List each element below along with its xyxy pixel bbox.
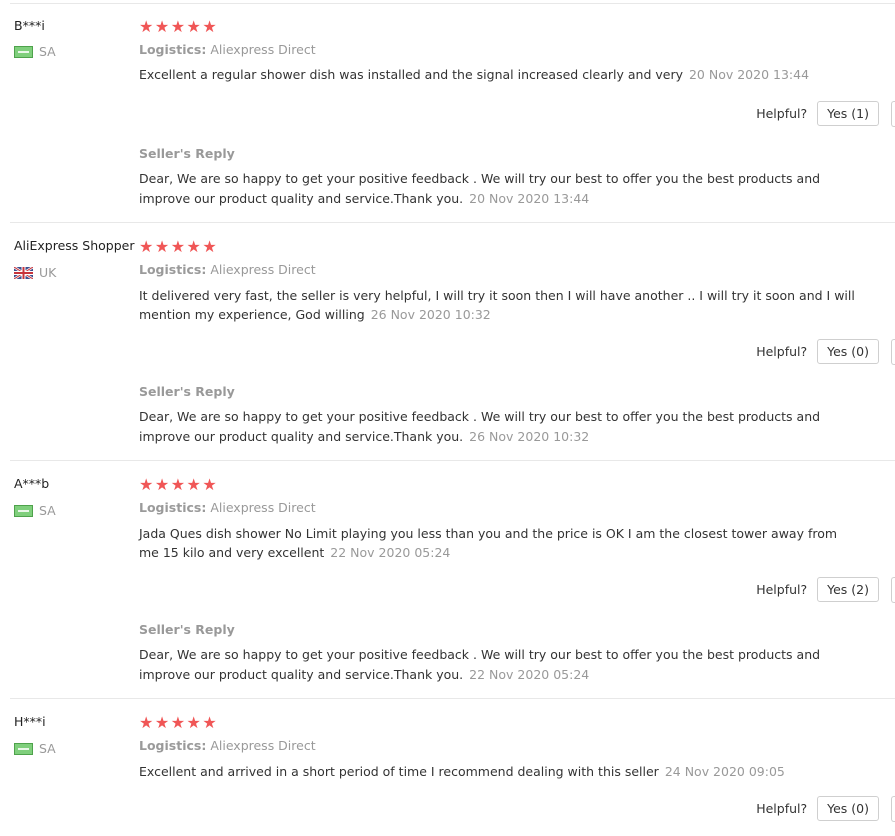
- reviewer-name: AliExpress Shopper: [14, 238, 135, 253]
- logistics-info: Logistics: Aliexpress Direct: [139, 262, 316, 277]
- logistics-value: Aliexpress Direct: [210, 500, 316, 515]
- country-code: UK: [39, 265, 57, 280]
- helpful-yes-button[interactable]: Yes (1): [817, 101, 879, 126]
- reviewer-name: H***i: [14, 714, 46, 729]
- seller-reply-text: Dear, We are so happy to get your positi…: [139, 169, 839, 209]
- review-text: It delivered very fast, the seller is ve…: [139, 286, 859, 324]
- sa-flag-icon: [14, 504, 33, 517]
- sa-flag-icon: [14, 45, 33, 58]
- helpful-yes-button[interactable]: Yes (0): [817, 796, 879, 821]
- review-body: It delivered very fast, the seller is ve…: [139, 288, 855, 322]
- review-body: Excellent and arrived in a short period …: [139, 764, 659, 779]
- helpful-label: Helpful?: [756, 106, 808, 121]
- reply-date: 22 Nov 2020 05:24: [469, 667, 590, 682]
- star-rating: ★★★★★: [139, 475, 219, 494]
- reviewer-name: A***b: [14, 476, 50, 491]
- country-code: SA: [39, 44, 56, 59]
- reviewer-country: SA: [14, 741, 56, 756]
- helpful-row: Helpful? Yes (0): [756, 339, 879, 364]
- seller-reply-title: Seller's Reply: [139, 146, 235, 161]
- reviewer-name: B***i: [14, 18, 45, 33]
- helpful-no-button[interactable]: [891, 101, 895, 127]
- reviewer-country: UK: [14, 265, 56, 280]
- reviewer-country: SA: [14, 44, 56, 59]
- review-date: 26 Nov 2020 10:32: [370, 307, 491, 322]
- reviewer-country: SA: [14, 503, 56, 518]
- review-date: 24 Nov 2020 09:05: [664, 764, 785, 779]
- reply-date: 20 Nov 2020 13:44: [469, 191, 590, 206]
- logistics-info: Logistics: Aliexpress Direct: [139, 738, 316, 753]
- logistics-label: Logistics:: [139, 262, 207, 277]
- review-item: A***b SA ★★★★★ Logistics: Aliexpress Dir…: [0, 461, 895, 699]
- helpful-no-button[interactable]: [891, 339, 895, 365]
- review-item: H***i SA ★★★★★ Logistics: Aliexpress Dir…: [0, 699, 895, 836]
- helpful-label: Helpful?: [756, 801, 808, 816]
- helpful-label: Helpful?: [756, 582, 808, 597]
- logistics-info: Logistics: Aliexpress Direct: [139, 500, 316, 515]
- logistics-info: Logistics: Aliexpress Direct: [139, 42, 316, 57]
- review-date: 22 Nov 2020 05:24: [330, 545, 451, 560]
- helpful-row: Helpful? Yes (0): [756, 796, 879, 821]
- review-body: Jada Ques dish shower No Limit playing y…: [139, 526, 838, 560]
- star-rating: ★★★★★: [139, 17, 219, 36]
- country-code: SA: [39, 741, 56, 756]
- seller-reply-title: Seller's Reply: [139, 384, 235, 399]
- review-text: Excellent a regular shower dish was inst…: [139, 65, 859, 84]
- logistics-label: Logistics:: [139, 738, 207, 753]
- helpful-no-button[interactable]: [891, 577, 895, 603]
- star-rating: ★★★★★: [139, 237, 219, 256]
- review-text: Jada Ques dish shower No Limit playing y…: [139, 524, 859, 562]
- helpful-yes-button[interactable]: Yes (2): [817, 577, 879, 602]
- review-body: Excellent a regular shower dish was inst…: [139, 67, 683, 82]
- logistics-value: Aliexpress Direct: [210, 738, 316, 753]
- seller-reply-text: Dear, We are so happy to get your positi…: [139, 645, 839, 685]
- helpful-yes-button[interactable]: Yes (0): [817, 339, 879, 364]
- review-date: 20 Nov 2020 13:44: [688, 67, 810, 82]
- reply-date: 26 Nov 2020 10:32: [469, 429, 590, 444]
- logistics-value: Aliexpress Direct: [210, 42, 316, 57]
- uk-flag-icon: [14, 266, 33, 279]
- sa-flag-icon: [14, 742, 33, 755]
- helpful-label: Helpful?: [756, 344, 808, 359]
- seller-reply-title: Seller's Reply: [139, 622, 235, 637]
- seller-reply-text: Dear, We are so happy to get your positi…: [139, 407, 839, 447]
- review-text: Excellent and arrived in a short period …: [139, 762, 859, 781]
- helpful-no-button[interactable]: [891, 796, 895, 822]
- review-item: B***i SA ★★★★★ Logistics: Aliexpress Dir…: [0, 0, 895, 223]
- logistics-label: Logistics:: [139, 42, 207, 57]
- country-code: SA: [39, 503, 56, 518]
- review-item: AliExpress Shopper UK ★★★★★ Logistics: A…: [0, 223, 895, 461]
- logistics-value: Aliexpress Direct: [210, 262, 316, 277]
- helpful-row: Helpful? Yes (1): [756, 101, 879, 126]
- logistics-label: Logistics:: [139, 500, 207, 515]
- star-rating: ★★★★★: [139, 713, 219, 732]
- helpful-row: Helpful? Yes (2): [756, 577, 879, 602]
